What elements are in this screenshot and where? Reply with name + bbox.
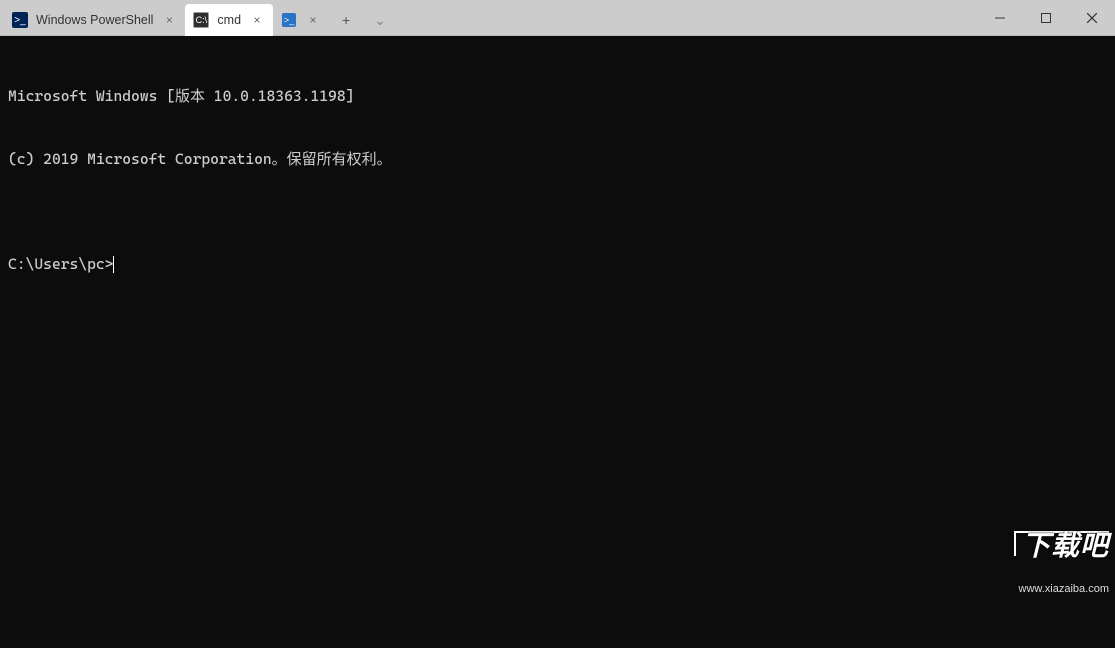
maximize-icon (1041, 13, 1051, 23)
tab-dropdown-button[interactable]: ⌄ (363, 4, 397, 36)
watermark-text: 下载吧 (1014, 531, 1109, 556)
tab-title: Windows PowerShell (36, 13, 153, 27)
tab-close-button[interactable]: × (161, 12, 177, 28)
terminal-prompt: C:\Users\pc> (8, 254, 113, 275)
terminal-line: (c) 2019 Microsoft Corporation。保留所有权利。 (8, 149, 1107, 170)
tab-close-button[interactable]: × (249, 12, 265, 28)
terminal-pane[interactable]: Microsoft Windows [版本 10.0.18363.1198] (… (0, 36, 1115, 648)
watermark-url: www.xiazaiba.com (997, 579, 1109, 600)
watermark: 下载吧 www.xiazaiba.com (997, 510, 1109, 642)
tab-pwsh[interactable]: >_ × (273, 4, 329, 36)
pwsh-icon: >_ (281, 12, 297, 28)
terminal-line: Microsoft Windows [版本 10.0.18363.1198] (8, 86, 1107, 107)
tab-close-button[interactable]: × (305, 12, 321, 28)
minimize-button[interactable] (977, 0, 1023, 36)
terminal-cursor (113, 256, 114, 273)
terminal-prompt-line: C:\Users\pc> (8, 254, 1107, 275)
tab-powershell[interactable]: >_ Windows PowerShell × (4, 4, 185, 36)
cmd-icon: C:\ (193, 12, 209, 28)
maximize-button[interactable] (1023, 0, 1069, 36)
titlebar: >_ Windows PowerShell × C:\ cmd × >_ × +… (0, 0, 1115, 36)
new-tab-button[interactable]: + (329, 4, 363, 36)
tab-title: cmd (217, 13, 241, 27)
close-button[interactable] (1069, 0, 1115, 36)
tab-strip: >_ Windows PowerShell × C:\ cmd × >_ × +… (0, 0, 977, 35)
tab-cmd[interactable]: C:\ cmd × (185, 4, 273, 36)
powershell-icon: >_ (12, 12, 28, 28)
close-icon (1087, 13, 1097, 23)
minimize-icon (995, 13, 1005, 23)
window-controls (977, 0, 1115, 35)
